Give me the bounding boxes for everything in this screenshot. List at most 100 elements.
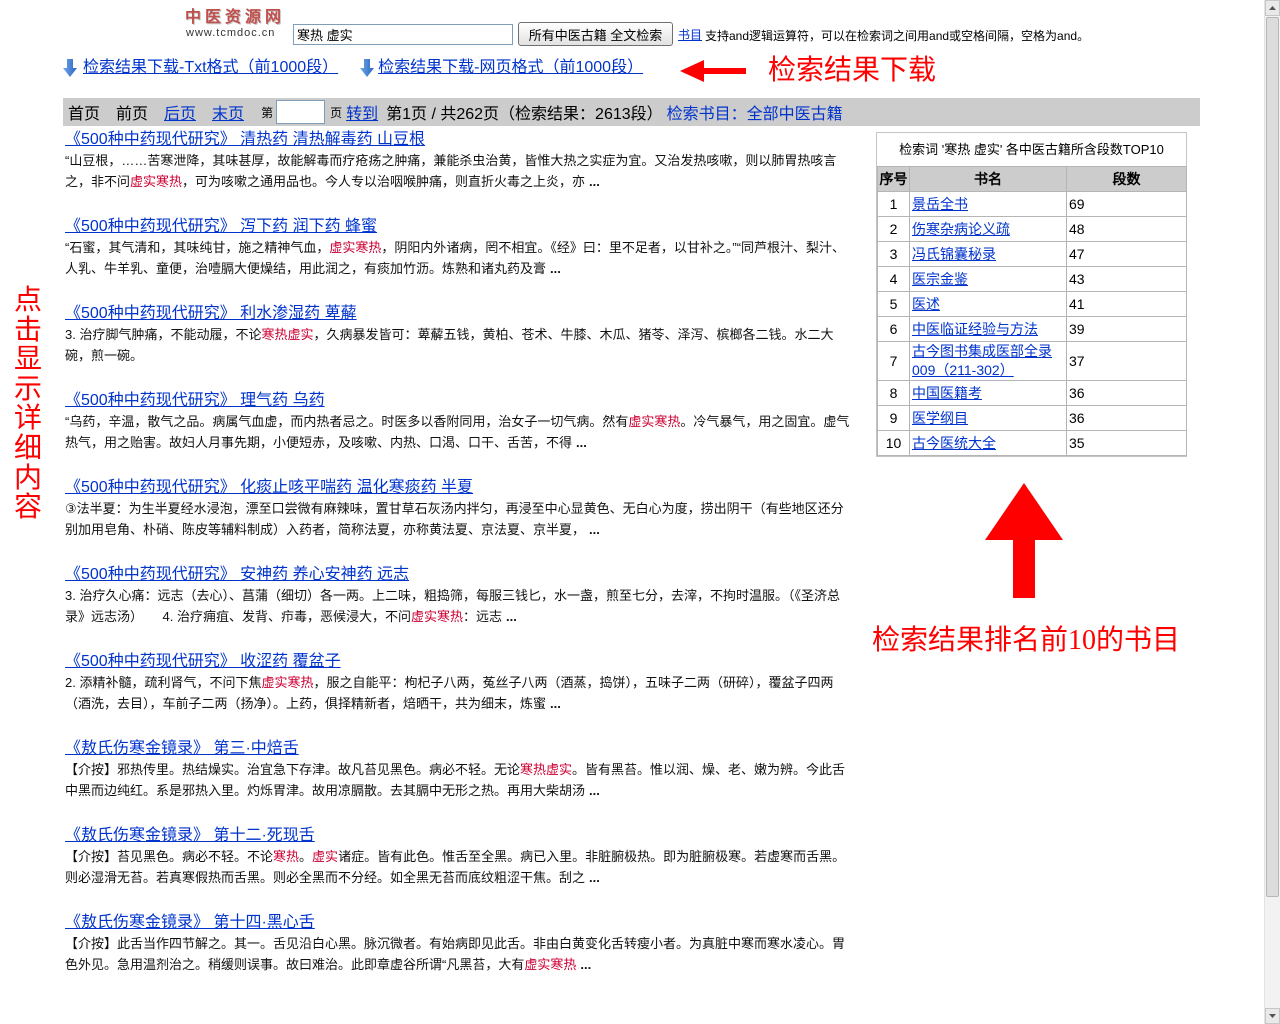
scroll-down-button[interactable] — [1265, 1008, 1280, 1024]
pager-first: 首页 — [68, 106, 101, 123]
pager-goto-link[interactable]: 转到 — [346, 100, 378, 124]
result-title-link[interactable]: 《500种中药现代研究》 安神药 养心安神药 远志 — [65, 565, 855, 585]
rank-cell: 6 — [877, 316, 910, 342]
result-title-link[interactable]: 《500种中药现代研究》 化痰止咳平喘药 温化寒痰药 半夏 — [65, 478, 855, 498]
result-title-link[interactable]: 《敖氏伤寒金镜录》 第三·中焙舌 — [65, 739, 855, 759]
top10-panel: 检索词 '寒热 虚实' 各中医古籍所含段数TOP10 序号 书名 段数 1 景岳全… — [876, 132, 1187, 457]
scroll-up-button[interactable] — [1265, 0, 1280, 16]
result-snippet: “石蜜，其气清和，其味纯甘，施之精神气血，虚实寒热，阴阳内外诸病，罔不相宜。《经… — [65, 237, 855, 279]
scrollbar-thumb[interactable] — [1266, 17, 1279, 897]
download-txt: 检索结果下载-Txt格式（前1000段） — [63, 58, 338, 78]
rank-cell: 7 — [877, 341, 910, 381]
count-cell: 48 — [1066, 216, 1187, 242]
search-input[interactable] — [293, 24, 513, 45]
result-title-link[interactable]: 《500种中药现代研究》 清热药 清热解毒药 山豆根 — [65, 130, 855, 150]
book-cell: 古今图书集成医部全录009（211-302） — [909, 341, 1067, 381]
catalog-link[interactable]: 书目 — [678, 26, 702, 43]
snippet-ellipsis: ... — [576, 435, 587, 450]
callout-download: 检索结果下载 — [768, 55, 937, 86]
download-arrow-icon[interactable] — [360, 59, 375, 77]
search-result: 《敖氏伤寒金镜录》 第十四·黑心舌 【介按】此舌当作四节解之。其一。舌见沿白心黑。… — [65, 913, 855, 975]
highlight-term: 虚实寒热 — [329, 240, 382, 255]
book-link[interactable]: 冯氏锦囊秘录 — [912, 246, 996, 262]
download-html-link[interactable]: 检索结果下载-网页格式（前1000段） — [378, 58, 643, 78]
rank-cell: 9 — [877, 405, 910, 431]
download-txt-link[interactable]: 检索结果下载-Txt格式（前1000段） — [83, 58, 338, 78]
book-link[interactable]: 医述 — [912, 296, 940, 312]
book-cell: 伤寒杂病论义疏 — [909, 216, 1067, 242]
count-cell: 36 — [1066, 380, 1187, 406]
search-hint: 支持and逻辑运算符，可以在检索词之间用and或空格间隔，空格为and。 — [705, 29, 1090, 43]
top10-row: 6 中医临证经验与方法 39 — [877, 316, 1187, 342]
snippet-ellipsis: ... — [589, 174, 600, 189]
top10-row: 8 中国医籍考 36 — [877, 380, 1187, 406]
book-link[interactable]: 景岳全书 — [912, 196, 968, 212]
book-cell: 中国医籍考 — [909, 380, 1067, 406]
snippet-ellipsis: ... — [580, 957, 592, 972]
download-arrow-icon[interactable] — [63, 59, 77, 77]
snippet-text: 【介按】苔见黑色。病必不轻。不论 — [65, 849, 274, 864]
snippet-ellipsis: ... — [550, 696, 561, 711]
book-cell: 医述 — [909, 291, 1067, 317]
book-link[interactable]: 伤寒杂病论义疏 — [912, 221, 1010, 237]
result-snippet: “乌药，辛温，散气之品。病属气血虚，而内热者忌之。时医多以香附同用，治女子一切气… — [65, 411, 855, 453]
snippet-text: “乌药，辛温，散气之品。病属气血虚，而内热者忌之。时医多以香附同用，治女子一切气… — [65, 414, 629, 429]
book-link[interactable]: 医学纲目 — [912, 410, 968, 426]
book-link[interactable]: 中医临证经验与方法 — [912, 321, 1038, 337]
top10-table: 序号 书名 段数 1 景岳全书 69 2 伤寒杂病论义疏 48 3 冯氏锦囊秘录 47 4 医宗金鉴… — [877, 166, 1187, 456]
result-title-link[interactable]: 《敖氏伤寒金镜录》 第十四·黑心舌 — [65, 913, 855, 933]
pager-last-link[interactable]: 末页 — [212, 100, 244, 124]
result-snippet: 3. 治疗久心痛：远志（去心）、菖蒲（细切）各一两。上二味，粗捣筛，每服三钱匕，… — [65, 585, 855, 627]
result-title-link[interactable]: 《500种中药现代研究》 泻下药 润下药 蜂蜜 — [65, 217, 855, 237]
top10-row: 9 医学纲目 36 — [877, 405, 1187, 431]
top10-row: 10 古今医统大全 35 — [877, 430, 1187, 456]
highlight-term: 寒热 — [273, 849, 300, 864]
rank-cell: 2 — [877, 216, 910, 242]
page-prefix-label: 第 — [261, 105, 274, 120]
book-cell: 景岳全书 — [909, 191, 1067, 217]
count-cell: 37 — [1066, 341, 1187, 381]
book-link[interactable]: 古今图书集成医部全录009（211-302） — [912, 343, 1052, 378]
rank-cell: 3 — [877, 241, 910, 267]
result-snippet: 2. 添精补髓，疏利肾气，不问下焦虚实寒热，服之自能平：枸杞子八两，菟丝子八两（… — [65, 672, 855, 714]
top10-row: 5 医述 41 — [877, 291, 1187, 317]
top10-row: 3 冯氏锦囊秘录 47 — [877, 241, 1187, 267]
book-link[interactable]: 医宗金鉴 — [912, 271, 968, 287]
download-html: 检索结果下载-网页格式（前1000段） — [360, 58, 643, 78]
highlight-term: 虚实寒热 — [130, 174, 183, 189]
count-cell: 41 — [1066, 291, 1187, 317]
snippet-text: ，可为咳嗽之通用品也。今人专以治咽喉肿痛，则直折火毒之上炎，亦 — [182, 174, 586, 189]
vertical-scrollbar[interactable] — [1264, 0, 1280, 1024]
callout-top10: 检索结果排名前10的书目 — [872, 625, 1181, 656]
top10-body: 1 景岳全书 69 2 伤寒杂病论义疏 48 3 冯氏锦囊秘录 47 4 医宗金鉴 43 5 医述 41 6 中… — [877, 191, 1187, 456]
snippet-text: ③法半夏：为生半夏经水浸泡，漂至口尝微有麻辣味，置甘草石灰汤内拌匀，再浸至中心显… — [65, 501, 844, 537]
book-link[interactable]: 中国医籍考 — [912, 385, 982, 401]
logo-name: 中医资源网 — [185, 9, 286, 26]
search-scope-link[interactable]: 检索书目：全部中医古籍 — [667, 100, 843, 124]
snippet-text: 2. 添精补髓，疏利肾气，不问下焦 — [65, 675, 262, 690]
result-snippet: 【介按】此舌当作四节解之。其一。舌见沿白心黑。脉沉微者。有始病即见此舌。非由白黄… — [65, 933, 855, 975]
site-logo[interactable]: 中医资源网 www.tcmdoc.cn — [185, 3, 285, 43]
header-book: 书名 — [909, 166, 1067, 192]
snippet-text: 3. 治疗脚气肿痛，不能动履，不论 — [65, 327, 262, 342]
search-result: 《500种中药现代研究》 泻下药 润下药 蜂蜜 “石蜜，其气清和，其味纯甘，施之精… — [65, 217, 855, 279]
pager-next-link[interactable]: 后页 — [164, 100, 196, 124]
result-title-link[interactable]: 《500种中药现代研究》 利水渗湿药 萆薢 — [65, 304, 855, 324]
count-cell: 36 — [1066, 405, 1187, 431]
up-arrow-icon — [985, 483, 1063, 598]
rank-cell: 8 — [877, 380, 910, 406]
book-link[interactable]: 古今医统大全 — [912, 435, 996, 451]
fulltext-search-button[interactable]: 所有中医古籍 全文检索 — [518, 22, 673, 46]
header-rank: 序号 — [877, 166, 910, 192]
logo-domain: www.tcmdoc.cn — [186, 27, 276, 39]
highlight-term: 虚实寒热 — [410, 609, 463, 624]
left-arrow-icon — [680, 60, 746, 82]
result-title-link[interactable]: 《敖氏伤寒金镜录》 第十二·死现舌 — [65, 826, 855, 846]
result-title-link[interactable]: 《500种中药现代研究》 理气药 乌药 — [65, 391, 855, 411]
page-number-input[interactable] — [276, 100, 326, 124]
result-title-link[interactable]: 《500种中药现代研究》 收涩药 覆盆子 — [65, 652, 855, 672]
rank-cell: 4 — [877, 266, 910, 292]
book-cell: 冯氏锦囊秘录 — [909, 241, 1067, 267]
top10-row: 2 伤寒杂病论义疏 48 — [877, 216, 1187, 242]
result-snippet: 【介按】苔见黑色。病必不轻。不论寒热。虚实诸症。皆有此色。惟舌至全黑。病已入里。… — [65, 846, 855, 888]
